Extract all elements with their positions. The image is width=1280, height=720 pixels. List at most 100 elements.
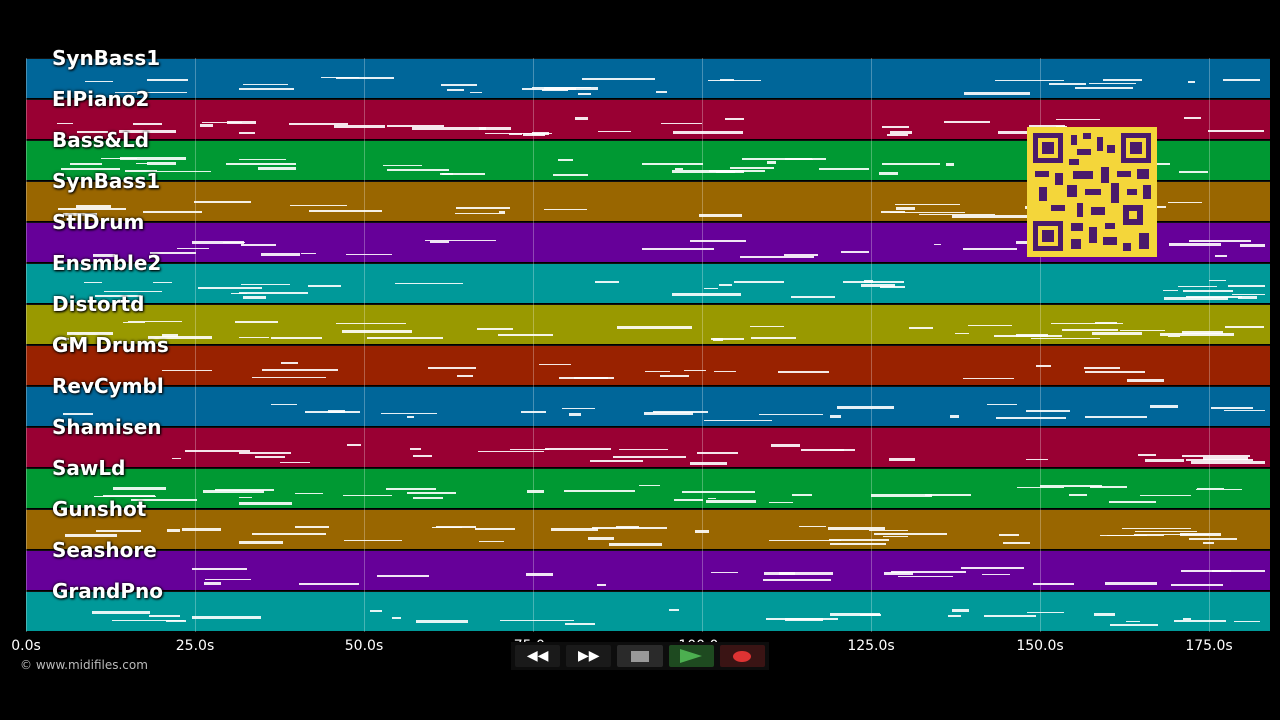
note-mark (587, 537, 614, 541)
note-mark (334, 125, 385, 129)
play-button[interactable] (668, 645, 714, 667)
note-mark (238, 158, 286, 160)
note-mark (226, 162, 296, 165)
note-mark (1026, 612, 1065, 613)
note-mark (578, 92, 591, 95)
note-mark (289, 204, 347, 206)
note-mark (413, 455, 432, 458)
note-mark (873, 533, 947, 536)
track-label: Gunshot (52, 497, 147, 521)
note-mark (1026, 458, 1048, 460)
note-mark (387, 168, 450, 171)
note-mark (1178, 171, 1209, 174)
note-mark (336, 77, 395, 80)
fast-forward-button[interactable]: ▶▶ (566, 645, 612, 667)
note-mark (891, 570, 967, 573)
note-mark (280, 362, 298, 365)
note-mark (435, 526, 476, 529)
note-mark (197, 287, 263, 290)
note-mark (725, 118, 744, 121)
note-mark (1196, 488, 1243, 490)
note-mark (386, 124, 445, 127)
note-mark (146, 79, 188, 82)
note-mark (999, 534, 1019, 537)
note-mark (1026, 410, 1071, 413)
note-mark (881, 125, 910, 128)
note-mark (409, 447, 421, 450)
note-mark (416, 620, 469, 624)
note-mark (895, 203, 961, 205)
note-mark (411, 127, 487, 131)
time-tick-label: 175.0s (1185, 638, 1233, 654)
note-mark (949, 415, 960, 419)
note-mark (176, 247, 209, 249)
note-mark (1106, 534, 1164, 536)
note-mark (870, 494, 932, 498)
note-mark (367, 337, 443, 340)
note-mark (860, 284, 896, 288)
note-mark (1104, 581, 1158, 585)
note-mark (995, 79, 1064, 81)
note-mark (1174, 619, 1226, 622)
note-mark (946, 162, 955, 166)
note-mark (559, 377, 614, 380)
note-mark (84, 282, 103, 284)
note-mark (407, 416, 415, 419)
note-mark (470, 91, 483, 93)
note-mark (234, 321, 278, 324)
note-mark (608, 543, 662, 547)
note-mark (771, 444, 801, 448)
time-tick-label: 125.0s (847, 638, 895, 654)
note-mark (704, 288, 719, 290)
note-mark (370, 609, 382, 612)
note-mark (645, 370, 670, 372)
note-mark (1234, 621, 1260, 623)
track-lane: Gunshot (26, 497, 1270, 549)
note-mark (1188, 538, 1237, 541)
stop-icon (631, 650, 649, 662)
stop-button[interactable] (617, 645, 663, 667)
note-mark (531, 132, 549, 136)
note-mark (734, 281, 785, 284)
note-mark (271, 404, 297, 406)
rewind-button[interactable]: ◀◀ (515, 645, 561, 667)
note-mark (878, 171, 898, 175)
note-mark (205, 579, 251, 581)
track-label: GrandPno (52, 579, 163, 603)
note-mark (707, 497, 716, 499)
note-mark (1191, 461, 1265, 465)
note-mark (202, 490, 265, 494)
note-mark (226, 121, 257, 125)
note-mark (712, 338, 723, 342)
note-mark (574, 117, 588, 121)
note-mark (590, 459, 643, 462)
track-label: SynBass1 (52, 46, 161, 70)
note-mark (982, 573, 1010, 575)
gridline (871, 58, 872, 632)
note-mark (674, 499, 703, 502)
note-mark (172, 457, 182, 459)
note-mark (995, 417, 1067, 420)
note-mark (454, 213, 506, 215)
note-mark (963, 92, 1030, 96)
note-mark (1048, 82, 1087, 85)
gridline (1209, 58, 1210, 632)
note-mark (934, 243, 942, 245)
note-mark (239, 541, 283, 545)
note-mark (550, 527, 599, 531)
note-mark (298, 582, 360, 585)
record-button[interactable] (719, 645, 766, 667)
note-mark (544, 447, 612, 450)
note-mark (598, 131, 631, 133)
track-lane: SawLd (26, 456, 1270, 508)
note-mark (240, 243, 277, 246)
note-mark (791, 296, 835, 299)
note-mark (457, 374, 473, 377)
note-mark (829, 415, 841, 419)
note-mark (690, 239, 747, 242)
note-mark (251, 376, 327, 378)
note-mark (142, 211, 202, 214)
note-mark (152, 281, 172, 283)
note-mark (239, 292, 309, 295)
note-mark (960, 567, 1024, 570)
